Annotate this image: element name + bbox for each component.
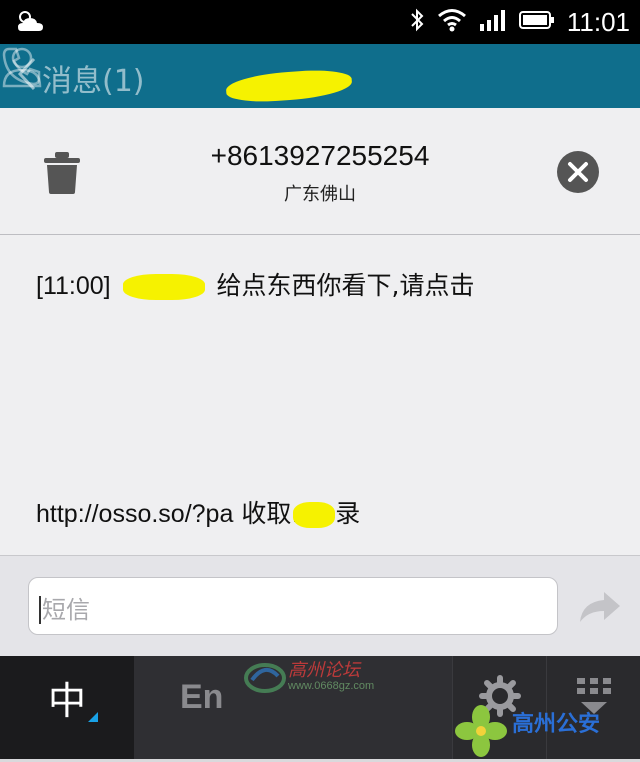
redacted-contact-name: [225, 67, 353, 105]
message-line-1: [11:00] 给点东西你看下,请点击: [36, 266, 474, 302]
corner-watermark: 高州公安: [452, 700, 640, 759]
text-caret: [39, 596, 41, 624]
send-arrow-icon[interactable]: [578, 590, 622, 628]
redacted-name: [122, 274, 205, 300]
back-label: 消息(1): [42, 64, 145, 99]
english-mode-label: En: [180, 678, 224, 716]
sender-phone-number: +8613927255254: [210, 140, 430, 171]
site-logo-icon: [244, 660, 286, 700]
message-link[interactable]: http://osso.so/?pa: [36, 500, 233, 528]
dialog-header: +8613927255254 广东佛山: [0, 108, 640, 234]
site-watermark-url: www.0668gz.com: [288, 680, 375, 692]
site-watermark-title: 高州论坛: [288, 660, 360, 681]
header-divider: [0, 234, 640, 235]
input-area: 短信: [0, 556, 640, 656]
chinese-mode-key[interactable]: 中: [0, 656, 134, 759]
sms-input[interactable]: 短信: [28, 577, 558, 635]
status-icons: 11:01: [409, 0, 630, 44]
message-text-2: 收取.: [241, 499, 300, 528]
contact-icon[interactable]: [0, 44, 44, 92]
signal-icon: [479, 8, 507, 36]
sender-location: 广东佛山: [284, 184, 356, 205]
corner-watermark-title: 高州公安: [512, 712, 601, 737]
clover-logo-icon: [454, 704, 508, 762]
app-bar: 消息(1): [0, 44, 640, 108]
site-watermark: 高州论坛 www.0668gz.com: [240, 656, 410, 700]
message-text-3: 录: [335, 499, 361, 528]
status-bar: 11:01: [0, 0, 640, 44]
redacted-text: [293, 502, 336, 528]
wifi-icon: [437, 8, 467, 36]
message-time: [11:00]: [36, 272, 111, 300]
battery-icon: [518, 10, 555, 34]
status-time: 11:01: [566, 6, 630, 37]
close-icon[interactable]: [556, 150, 600, 198]
weather-cloud-icon: [16, 9, 46, 39]
message-line-2: http://osso.so/?pa 收取. 录: [36, 494, 360, 530]
corner-indicator-icon: [88, 712, 98, 722]
chinese-mode-label: 中: [47, 679, 86, 723]
bluetooth-icon: [409, 7, 425, 37]
sms-input-placeholder: 短信: [42, 596, 90, 624]
message-text-1: 给点东西你看下,请点击: [216, 271, 475, 300]
